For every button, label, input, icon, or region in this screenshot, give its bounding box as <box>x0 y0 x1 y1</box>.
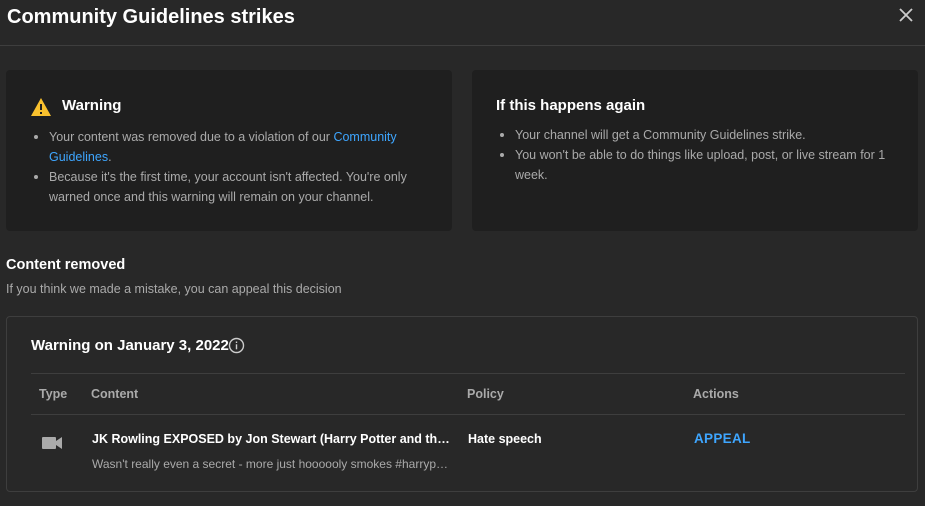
info-icon[interactable] <box>228 337 245 354</box>
warning-card: Warning Your content was removed due to … <box>6 70 452 231</box>
content-title-link[interactable]: JK Rowling EXPOSED by Jon Stewart (Harry… <box>92 432 452 446</box>
again-bullet-1: Your channel will get a Community Guidel… <box>498 125 898 145</box>
strike-panel: Warning on January 3, 2022 Type Content … <box>6 316 918 492</box>
strike-table-header: Type Content Policy Actions <box>31 373 905 415</box>
video-camera-icon <box>42 437 62 449</box>
if-happens-again-card: If this happens again Your channel will … <box>472 70 918 231</box>
content-description: Wasn't really even a secret - more just … <box>92 457 452 471</box>
column-type: Type <box>39 387 68 401</box>
warning-card-title: Warning <box>62 97 122 114</box>
again-bullets: Your channel will get a Community Guidel… <box>498 125 898 185</box>
strike-title: Warning on January 3, 2022 <box>31 337 229 354</box>
warning-bullet-2: Because it's the first time, your accoun… <box>32 167 432 207</box>
content-removed-subtitle: If you think we made a mistake, you can … <box>6 282 342 296</box>
warning-bullet-1: Your content was removed due to a violat… <box>32 127 432 167</box>
warning-bullet-1-prefix: Your content was removed due to a violat… <box>49 130 334 144</box>
close-icon[interactable] <box>895 4 917 26</box>
again-card-title: If this happens again <box>496 97 646 114</box>
warning-bullets: Your content was removed due to a violat… <box>32 127 432 207</box>
dialog-title: Community Guidelines strikes <box>7 6 295 28</box>
column-content: Content <box>91 387 139 401</box>
dialog-header: Community Guidelines strikes <box>0 0 925 46</box>
appeal-button[interactable]: APPEAL <box>694 431 751 446</box>
warning-bullet-1-suffix: . <box>108 150 112 164</box>
column-actions: Actions <box>693 387 739 401</box>
policy-value: Hate speech <box>468 432 542 446</box>
warning-triangle-icon <box>31 98 51 116</box>
table-row: JK Rowling EXPOSED by Jon Stewart (Harry… <box>31 416 905 486</box>
again-bullet-2: You won't be able to do things like uplo… <box>498 145 898 185</box>
content-removed-title: Content removed <box>6 257 126 273</box>
column-policy: Policy <box>467 387 504 401</box>
